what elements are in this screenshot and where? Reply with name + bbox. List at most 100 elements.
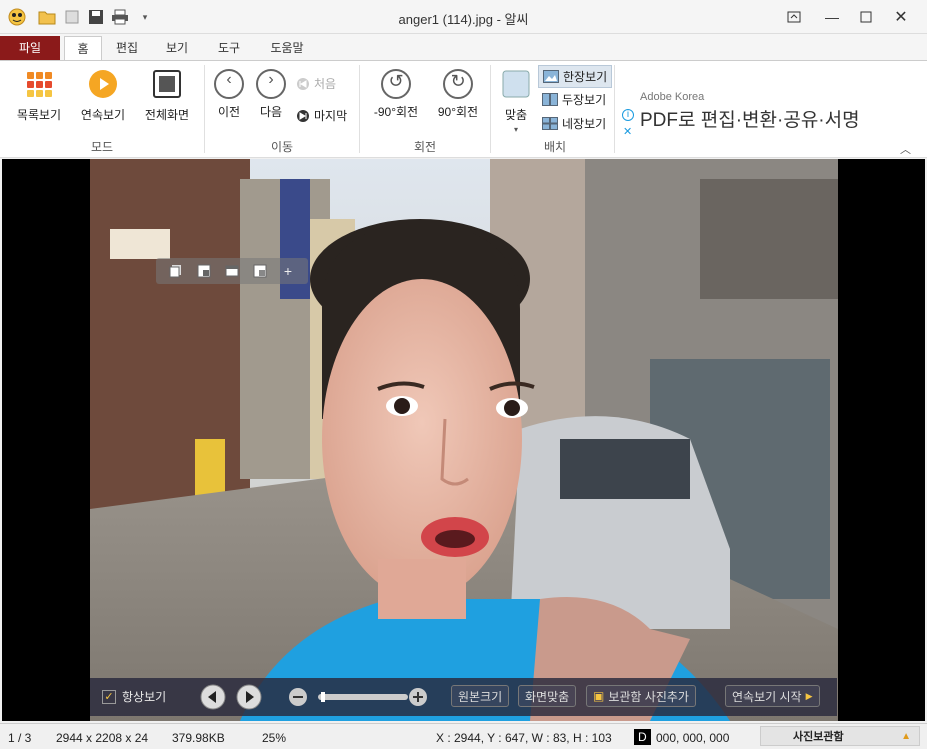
cursor-coordinates: X : 2944, Y : 647, W : 83, H : 103 (436, 731, 612, 745)
color-value: 000, 000, 000 (656, 731, 730, 745)
previous-button[interactable]: ‹ 이전 (212, 69, 246, 120)
photo-display: + (90, 159, 838, 721)
ad-brand: Adobe Korea (640, 91, 705, 103)
image-dimensions: 2944 x 2208 x 24 (56, 731, 149, 745)
maximize-icon[interactable] (850, 4, 882, 30)
list-view-label: 목록보기 (16, 108, 62, 122)
fullscreen-label: 전체화면 (144, 108, 190, 122)
mode-group-label: 모드 (90, 140, 114, 154)
add-icon[interactable]: + (274, 260, 302, 282)
previous-label: 이전 (217, 105, 241, 119)
fit-button[interactable]: 맞춤 ▾ (498, 69, 534, 134)
one-page-view-label: 한장보기 (563, 70, 608, 84)
two-images-icon (542, 93, 558, 106)
ribbon-home: 목록보기 연속보기 전체화면 모드 ‹ 이전 › 다음 처음 마지막 이동 ↺ … (0, 60, 927, 158)
tab-edit[interactable]: 편집 (108, 36, 146, 60)
customize-quick-access-icon[interactable]: ▾ (134, 6, 156, 28)
tab-home[interactable]: 홈 (64, 36, 102, 60)
slideshow-label: 연속보기 (80, 108, 126, 122)
skip-last-icon (297, 109, 309, 122)
next-button[interactable]: › 다음 (254, 69, 288, 120)
new-image-icon[interactable] (61, 6, 83, 28)
first-label: 처음 (314, 77, 337, 91)
fit-label: 맞춤 (504, 108, 528, 122)
crop-icon[interactable] (218, 260, 246, 282)
four-page-view-button[interactable]: 네장보기 (542, 115, 606, 132)
play-arrow-icon: ▶ (805, 690, 813, 701)
capture-icon[interactable] (246, 260, 274, 282)
start-slideshow-button[interactable]: 연속보기 시작 ▶ (725, 685, 820, 707)
add-to-photo-box-label: 보관함 사진추가 (608, 689, 689, 704)
four-page-view-label: 네장보기 (562, 117, 607, 131)
minimize-icon[interactable]: — (816, 4, 848, 30)
last-button[interactable]: 마지막 (296, 107, 347, 124)
color-swatch: D (634, 729, 651, 745)
copy-icon[interactable] (162, 260, 190, 282)
copy-region-icon[interactable] (190, 260, 218, 282)
ad-close-icon[interactable]: ✕ (623, 125, 632, 138)
photo-floating-toolbar: + (156, 258, 308, 284)
fit-screen-button[interactable]: 화면맞춤 (518, 685, 577, 707)
tab-view[interactable]: 보기 (158, 36, 196, 60)
last-label: 마지막 (314, 109, 348, 123)
zoom-in-icon[interactable] (408, 687, 428, 707)
zoom-out-icon[interactable] (288, 687, 308, 707)
ad-text: PDF로 편집·변환·공유·서명 (640, 110, 860, 131)
layout-group-label: 배치 (543, 140, 567, 154)
chevron-left-icon: ‹ (214, 69, 244, 99)
alsee-logo-icon (6, 6, 28, 28)
status-bar: 1 / 3 2944 x 2208 x 24 379.98KB 25% X : … (0, 723, 927, 749)
checkbox-checked-icon: ✓ (102, 689, 116, 704)
zoom-slider[interactable] (318, 692, 408, 702)
one-page-view-button[interactable]: 한장보기 (538, 65, 613, 88)
collapse-ribbon-icon[interactable]: ︿ (900, 141, 911, 157)
next-image-icon[interactable] (236, 684, 262, 710)
fullscreen-button[interactable]: 전체화면 (140, 69, 194, 123)
ribbon-separator (490, 65, 491, 153)
image-viewer[interactable]: + (2, 159, 925, 721)
photo-box-toggle[interactable]: 사진보관함 ▲ (760, 726, 920, 746)
rotate-left-icon: ↺ (381, 69, 411, 99)
rotate-cw-button[interactable]: ↻ 90°회전 (430, 69, 486, 120)
ribbon-tab-bar: 파일 홈 편집 보기 도구 도움말 (0, 34, 927, 60)
chevron-right-icon: › (256, 69, 286, 99)
always-show-label: 항상보기 (122, 690, 167, 704)
pin-icon[interactable] (778, 4, 810, 30)
list-view-button[interactable]: 목록보기 (10, 69, 68, 123)
add-to-photo-box-button[interactable]: ▣ 보관함 사진추가 (586, 685, 696, 707)
save-icon[interactable] (85, 6, 107, 28)
original-size-button[interactable]: 원본크기 (451, 685, 510, 707)
fullscreen-icon (140, 69, 194, 102)
file-size: 379.98KB (172, 731, 225, 745)
single-image-icon (543, 70, 559, 83)
slideshow-button[interactable]: 연속보기 (76, 69, 130, 123)
always-show-checkbox[interactable]: ✓ 항상보기 (102, 688, 166, 705)
print-icon[interactable] (109, 6, 131, 28)
tab-file[interactable]: 파일 (0, 36, 60, 60)
advertisement-banner[interactable]: Adobe Korea PDF로 편집·변환·공유·서명 i ✕ (620, 81, 920, 139)
two-page-view-button[interactable]: 두장보기 (542, 91, 606, 108)
previous-image-icon[interactable] (200, 684, 226, 710)
rotate-cw-label: 90°회전 (437, 105, 479, 119)
tab-tools[interactable]: 도구 (210, 36, 248, 60)
rotate-ccw-label: -90°회전 (373, 105, 419, 119)
rotate-right-icon: ↻ (443, 69, 473, 99)
four-images-icon (542, 117, 558, 130)
tab-help[interactable]: 도움말 (262, 36, 312, 60)
open-folder-icon[interactable] (36, 6, 58, 28)
title-bar: ▾ anger1 (114).jpg - 알씨 — ✕ (0, 0, 927, 34)
zoom-slider-thumb[interactable] (321, 692, 325, 702)
image-index: 1 / 3 (8, 731, 32, 745)
viewer-control-bar: ✓ 항상보기 원본크기 화면맞춤 ▣ 보관함 사진추가 연속보기 시작 ▶ (90, 678, 837, 716)
add-photo-icon: ▣ (593, 689, 605, 703)
two-page-view-label: 두장보기 (562, 93, 607, 107)
first-button[interactable]: 처음 (296, 75, 336, 92)
zoom-level: 25% (262, 731, 287, 745)
fit-dropdown-icon[interactable]: ▾ (498, 125, 534, 134)
rotate-ccw-button[interactable]: ↺ -90°회전 (366, 69, 426, 120)
close-icon[interactable]: ✕ (885, 4, 917, 30)
photo-image (90, 159, 838, 721)
skip-first-icon (297, 77, 309, 90)
chevron-up-icon: ▲ (901, 730, 911, 742)
ad-info-icon[interactable]: i (622, 109, 634, 121)
